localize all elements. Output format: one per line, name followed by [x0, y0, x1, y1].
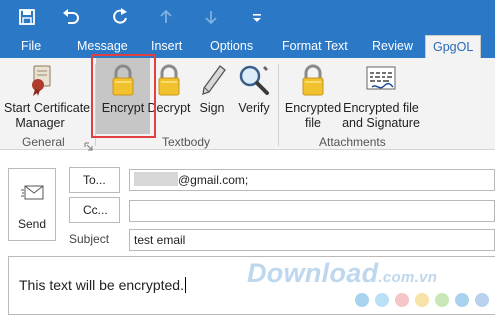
message-body-text: This text will be encrypted.	[19, 277, 186, 293]
tab-format-text[interactable]: Format Text	[282, 34, 348, 58]
down-arrow-icon[interactable]	[198, 4, 224, 30]
redo-icon[interactable]	[107, 4, 133, 30]
lock-icon	[152, 63, 186, 97]
dialog-launcher-icon[interactable]	[84, 138, 93, 151]
ribbon: Start Certificate Manager Encrypt Decrypt…	[0, 58, 495, 151]
group-label-general: General	[22, 135, 65, 149]
pen-icon	[196, 63, 230, 97]
watermark-dot	[375, 293, 389, 307]
watermark-dot	[435, 293, 449, 307]
undo-icon[interactable]	[58, 4, 84, 30]
watermark-dot	[415, 293, 429, 307]
cc-button[interactable]: Cc...	[69, 197, 120, 223]
watermark-dot	[455, 293, 469, 307]
save-icon[interactable]	[14, 4, 40, 30]
sign-button[interactable]: Sign	[196, 58, 228, 134]
start-certificate-manager-button[interactable]: Start Certificate Manager	[4, 58, 91, 134]
start-certificate-manager-label: Start Certificate Manager	[4, 101, 91, 130]
encrypted-file-button[interactable]: Encrypted file	[284, 58, 342, 134]
watermark-dot	[475, 293, 489, 307]
signed-document-icon	[364, 63, 398, 97]
encrypted-file-and-signature-button[interactable]: Encrypted file and Signature	[342, 58, 420, 134]
quick-access-toolbar	[0, 0, 495, 34]
verify-label: Verify	[238, 101, 270, 115]
tab-gpgol[interactable]: GpgOL	[425, 35, 482, 58]
encrypted-file-label: Encrypted file	[284, 101, 342, 130]
watermark: Download.com.vn	[247, 258, 438, 288]
ribbon-tabs: File Message Insert Options Format Text …	[0, 34, 495, 58]
tab-review[interactable]: Review	[372, 34, 413, 58]
watermark-dot	[395, 293, 409, 307]
up-arrow-icon[interactable]	[153, 4, 179, 30]
send-icon	[21, 181, 45, 203]
to-field-value: @gmail.com;	[178, 173, 249, 187]
group-label-textbody: Textbody	[162, 135, 211, 149]
encrypted-file-and-signature-label: Encrypted file and Signature	[342, 101, 420, 130]
certificate-icon	[24, 63, 58, 97]
group-separator	[278, 64, 279, 146]
watermark-dot	[355, 293, 369, 307]
subject-field[interactable]: test email	[129, 229, 495, 251]
to-button[interactable]: To...	[69, 167, 120, 193]
encrypt-highlight-box	[91, 54, 156, 138]
tab-file[interactable]: File	[21, 34, 41, 58]
redacted-recipient	[134, 172, 178, 186]
to-field[interactable]: @gmail.com;	[129, 169, 495, 191]
group-label-attachments: Attachments	[319, 135, 386, 149]
customize-toolbar-icon[interactable]	[244, 4, 270, 30]
compose-form: Send To... @gmail.com; Cc... Subject tes…	[0, 151, 495, 315]
send-label: Send	[17, 217, 47, 231]
sign-label: Sign	[199, 101, 225, 115]
send-button[interactable]: Send	[8, 168, 56, 241]
watermark-dots	[354, 292, 494, 308]
subject-label: Subject	[69, 232, 110, 246]
tab-options[interactable]: Options	[210, 34, 253, 58]
lock-icon	[296, 63, 330, 97]
cc-field[interactable]	[129, 200, 495, 222]
magnifier-icon	[237, 63, 271, 97]
text-caret	[184, 277, 186, 293]
verify-button[interactable]: Verify	[235, 58, 273, 134]
